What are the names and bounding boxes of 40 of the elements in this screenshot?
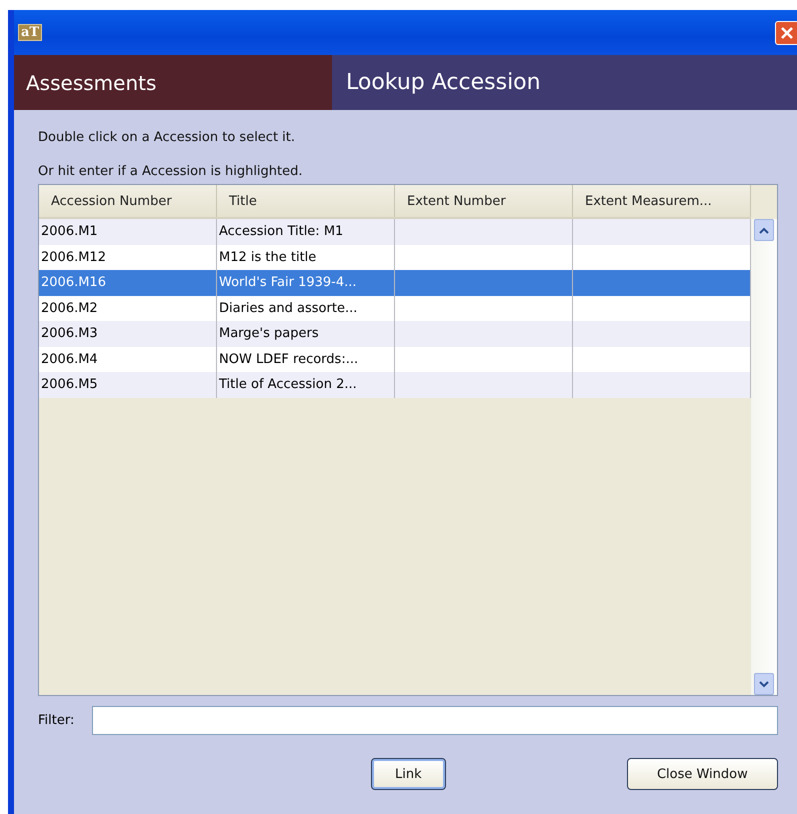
- table-row[interactable]: 2006.M4 NOW LDEF records:...: [39, 346, 751, 372]
- table-row[interactable]: 2006.M1 Accession Title: M1: [39, 219, 751, 244]
- table-cell: 2006.M1: [41, 224, 98, 240]
- table-cell: 2006.M5: [41, 377, 98, 392]
- scroll-up-button[interactable]: [754, 219, 774, 241]
- column-header[interactable]: Accession Number: [39, 185, 217, 217]
- column-header[interactable]: Title: [217, 185, 395, 217]
- column-header[interactable]: Extent Number: [395, 185, 573, 217]
- table-cell: 2006.M3: [41, 326, 98, 342]
- table-row[interactable]: 2006.M3 Marge's papers: [39, 321, 751, 346]
- close-window-button[interactable]: Close Window: [626, 758, 778, 790]
- caret-up-icon: [759, 226, 769, 234]
- filter-field[interactable]: [92, 706, 778, 735]
- table-cell: 2006.M4: [41, 352, 98, 367]
- table-cell: M12 is the title: [219, 250, 316, 265]
- close-button[interactable]: [775, 20, 797, 44]
- table-cell: World's Fair 1939-4...: [219, 275, 357, 290]
- table-cell: NOW LDEF records:...: [219, 352, 358, 367]
- table-cell: Accession Title: M1: [219, 224, 344, 240]
- scrollbar[interactable]: [751, 185, 777, 695]
- module-title: Assessments: [14, 55, 332, 110]
- app-logo: aT: [18, 24, 42, 41]
- table-row[interactable]: 2006.M12 M12 is the title: [39, 244, 751, 270]
- caret-down-icon: [759, 680, 769, 688]
- table-row[interactable]: 2006.M16 World's Fair 1939-4...: [39, 270, 751, 296]
- filter-label: Filter:: [38, 713, 76, 728]
- table-cell: 2006.M16: [41, 275, 106, 290]
- table-cell: 2006.M12: [41, 250, 106, 265]
- table-row[interactable]: 2006.M2 Diaries and assorte...: [39, 296, 751, 321]
- table-cell: Title of Accession 2...: [219, 377, 357, 392]
- instruction-text: Or hit enter if a Accession is highlighted.: [38, 163, 304, 181]
- close-icon: [780, 26, 794, 40]
- table-row[interactable]: 2006.M5 Title of Accession 2...: [39, 372, 751, 398]
- table-cell: Diaries and assorte...: [219, 300, 358, 316]
- table-cell: 2006.M2: [41, 300, 98, 316]
- instruction-text: Double click on a Accession to select it.: [38, 129, 296, 147]
- table-cell: Marge's papers: [219, 326, 319, 342]
- screen-title: Lookup Accession: [332, 55, 797, 110]
- scroll-down-button[interactable]: [754, 673, 774, 695]
- link-button[interactable]: Link: [371, 758, 446, 790]
